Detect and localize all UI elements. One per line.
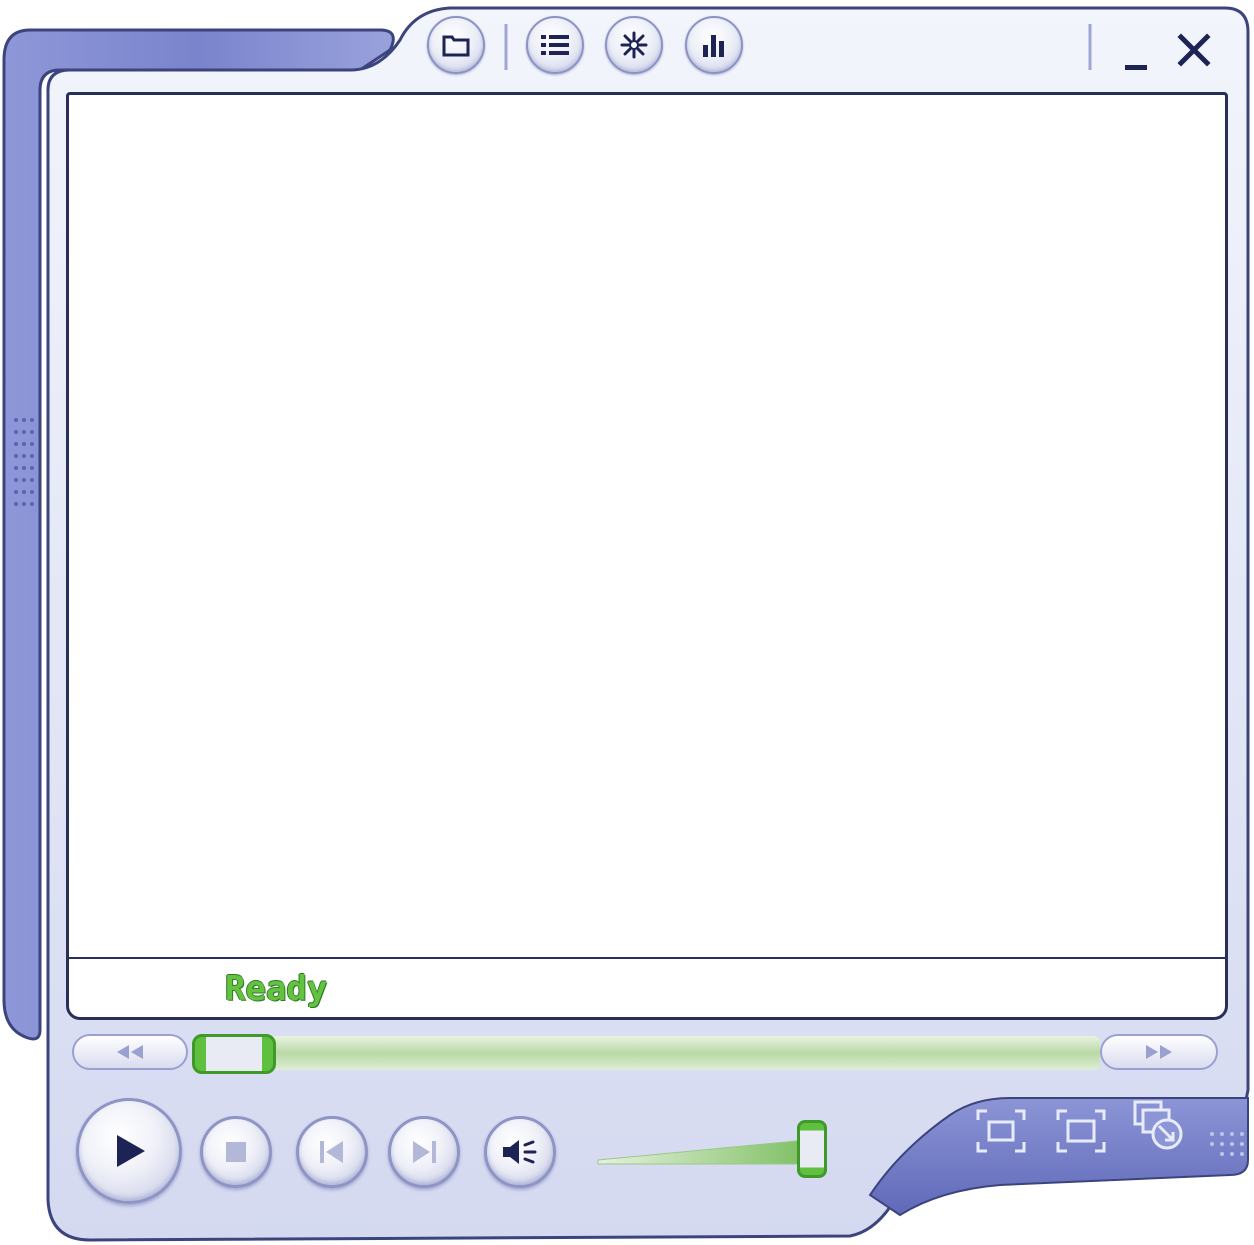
- close-icon: [1177, 33, 1211, 67]
- mute-button[interactable]: [484, 1116, 556, 1188]
- status-bar: Ready: [69, 957, 1225, 1017]
- next-icon: [413, 1141, 436, 1163]
- playlist-button[interactable]: [526, 16, 584, 74]
- fullscreen-button[interactable]: [972, 1106, 1030, 1156]
- next-button[interactable]: [388, 1116, 460, 1188]
- seek-thumb[interactable]: [192, 1034, 276, 1074]
- minimize-button[interactable]: [1114, 34, 1158, 78]
- minimize-icon: [1125, 65, 1147, 70]
- fast-forward-button[interactable]: [1100, 1034, 1218, 1070]
- visualization-icon: [620, 31, 648, 59]
- fullscreen-icon: [976, 1109, 1026, 1153]
- compact-view-icon: [1056, 1109, 1106, 1153]
- status-text: Ready: [225, 969, 328, 1009]
- open-file-button[interactable]: [427, 16, 485, 74]
- stop-button[interactable]: [200, 1116, 272, 1188]
- playlist-icon: [541, 35, 569, 55]
- folder-icon: [442, 35, 470, 57]
- volume-slider-track[interactable]: [596, 1136, 816, 1168]
- compact-view-button[interactable]: [1052, 1106, 1110, 1156]
- equalizer-icon: [703, 35, 724, 57]
- skin-mode-icon: [1133, 1100, 1183, 1150]
- rewind-icon: [117, 1045, 143, 1059]
- close-button[interactable]: [1172, 28, 1216, 72]
- equalizer-button[interactable]: [685, 16, 743, 74]
- rewind-button[interactable]: [72, 1034, 188, 1070]
- visualization-button[interactable]: [605, 16, 663, 74]
- video-display[interactable]: Ready: [66, 92, 1228, 1020]
- previous-icon: [320, 1141, 343, 1163]
- stop-icon: [226, 1142, 246, 1162]
- skin-mode-button[interactable]: [1130, 1100, 1188, 1150]
- mute-icon: [503, 1140, 537, 1164]
- previous-button[interactable]: [296, 1116, 368, 1188]
- volume-thumb[interactable]: [797, 1120, 827, 1178]
- play-icon: [117, 1135, 145, 1167]
- play-button[interactable]: [76, 1098, 182, 1204]
- seek-bar[interactable]: [196, 1036, 1100, 1070]
- fast-forward-icon: [1146, 1045, 1172, 1059]
